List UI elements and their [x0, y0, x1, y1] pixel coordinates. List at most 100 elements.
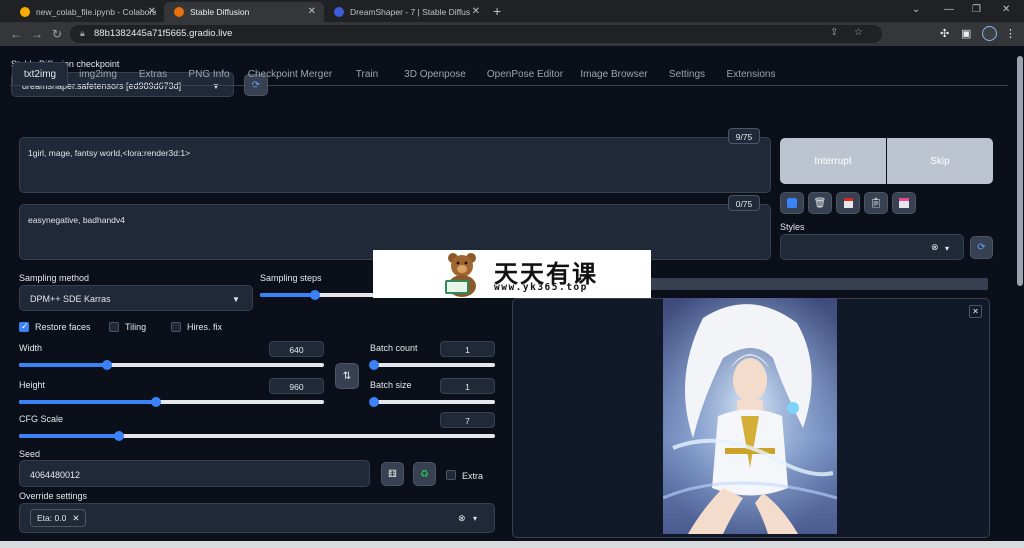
- tab-search-icon[interactable]: ⌄: [912, 4, 920, 15]
- tab-checkpoint-merger[interactable]: Checkpoint Merger: [244, 62, 336, 86]
- read-generation-params-button[interactable]: [780, 192, 804, 214]
- swap-dimensions-button[interactable]: ⇅: [335, 363, 359, 389]
- tiling-checkbox[interactable]: [109, 322, 119, 332]
- batch-count-slider[interactable]: [369, 360, 495, 370]
- tab-divider: [10, 85, 1008, 86]
- clear-prompt-button[interactable]: 🗑︎: [808, 192, 832, 214]
- seed-label: Seed: [19, 449, 41, 459]
- refresh-styles-button[interactable]: ⟳: [970, 236, 993, 259]
- url-field[interactable]: 🔒︎ 88b1382445a71f5665.gradio.live ⇪ ☆: [70, 25, 882, 43]
- cfg-scale-slider[interactable]: [19, 431, 495, 441]
- styles-dropdown[interactable]: ⊗ ▾: [780, 234, 964, 260]
- browser-tab-dreamshaper[interactable]: DreamShaper - 7 | Stable Diffusio ✕: [324, 2, 488, 22]
- sampling-method-dropdown[interactable]: DPM++ SDE Karras ▼: [19, 285, 253, 311]
- cfg-scale-input[interactable]: 7: [440, 412, 495, 428]
- tab-extras[interactable]: Extras: [132, 62, 174, 86]
- tiling-label: Tiling: [125, 322, 147, 332]
- watermark-banner: 天天有课 www.yk365.top: [373, 250, 651, 298]
- browser-tab-colab[interactable]: new_colab_file.ipynb - Colaborato ✕: [10, 2, 164, 22]
- address-bar: ← → ↻ 🔒︎ 88b1382445a71f5665.gradio.live …: [0, 22, 1024, 46]
- tab-train[interactable]: Train: [347, 62, 387, 86]
- dice-icon: ⚅: [388, 468, 397, 480]
- lock-icon: 🔒︎: [80, 28, 85, 38]
- reload-icon[interactable]: ↻: [52, 27, 62, 41]
- sampling-steps-label: Sampling steps: [260, 273, 322, 283]
- batch-size-input[interactable]: 1: [440, 378, 495, 394]
- tab-img2img[interactable]: img2img: [73, 62, 123, 86]
- hires-fix-label: Hires. fix: [187, 322, 223, 332]
- override-settings-dropdown[interactable]: Eta: 0.0 ✕ ⊗ ▾: [19, 503, 495, 533]
- width-slider[interactable]: [19, 360, 324, 370]
- clear-icon[interactable]: ⊗: [458, 513, 466, 524]
- batch-size-slider[interactable]: [369, 397, 495, 407]
- tab-txt2img[interactable]: txt2img: [12, 62, 68, 86]
- apply-styles-button[interactable]: 📋︎: [864, 192, 888, 214]
- extra-seed-checkbox[interactable]: [446, 470, 456, 480]
- batch-count-input[interactable]: 1: [440, 341, 495, 357]
- prompt-token-counter: 9/75: [728, 128, 760, 144]
- forward-icon[interactable]: →: [31, 27, 43, 41]
- menu-icon[interactable]: ⋮: [1005, 27, 1016, 40]
- close-tab-icon[interactable]: ✕: [148, 6, 156, 17]
- hires-fix-checkbox[interactable]: [171, 322, 181, 332]
- width-label: Width: [19, 343, 43, 353]
- seed-input[interactable]: 4064480012: [19, 460, 370, 487]
- prompt-textarea[interactable]: 1girl, mage, fantsy world,<lora:render3d…: [19, 137, 771, 193]
- back-icon[interactable]: ←: [10, 27, 22, 41]
- batch-size-thumb[interactable]: [369, 397, 379, 407]
- interrupt-button[interactable]: Interrupt: [780, 138, 886, 184]
- new-tab-button[interactable]: +: [493, 3, 501, 19]
- height-input[interactable]: 960: [269, 378, 324, 394]
- scrollbar-thumb[interactable]: [1017, 56, 1023, 286]
- browser-tab-bar: new_colab_file.ipynb - Colaborato ✕ Stab…: [0, 0, 1024, 22]
- recycle-icon: ♻: [420, 468, 429, 480]
- close-tab-icon[interactable]: ✕: [308, 6, 316, 17]
- page-scrollbar[interactable]: [1016, 46, 1024, 541]
- clear-icon[interactable]: ⊗: [931, 242, 939, 253]
- minimize-icon[interactable]: —: [944, 4, 954, 15]
- close-icon[interactable]: ✕: [969, 305, 982, 318]
- batch-size-label: Batch size: [370, 380, 412, 390]
- override-settings-label: Override settings: [19, 491, 88, 501]
- tab-3d-openpose[interactable]: 3D Openpose: [397, 62, 473, 86]
- save-style-button[interactable]: [892, 192, 916, 214]
- clipboard-icon: 📋︎: [869, 197, 883, 209]
- cfg-scale-thumb[interactable]: [113, 431, 124, 441]
- skip-button[interactable]: Skip: [887, 138, 993, 184]
- random-seed-button[interactable]: ⚅: [381, 462, 404, 486]
- close-window-icon[interactable]: ✕: [1002, 4, 1010, 15]
- generated-image[interactable]: [663, 298, 837, 534]
- reuse-seed-button[interactable]: ♻: [413, 462, 436, 486]
- card-icon: [843, 198, 853, 208]
- height-slider[interactable]: [19, 397, 324, 407]
- tab-openpose-editor[interactable]: OpenPose Editor: [480, 62, 570, 86]
- share-icon[interactable]: ⇪: [830, 27, 838, 38]
- tab-image-browser[interactable]: Image Browser: [576, 62, 652, 86]
- arrow-icon: [787, 198, 797, 208]
- civitai-favicon-icon: [334, 7, 344, 17]
- maximize-icon[interactable]: ❐: [972, 4, 981, 15]
- show-extra-networks-button[interactable]: [836, 192, 860, 214]
- generated-image-art: [663, 298, 837, 534]
- colab-favicon-icon: [20, 7, 30, 17]
- save-icon: [899, 198, 909, 208]
- batch-count-thumb[interactable]: [369, 360, 379, 370]
- profile-avatar[interactable]: [982, 26, 997, 41]
- tab-extensions[interactable]: Extensions: [722, 62, 780, 86]
- remove-chip-icon[interactable]: ✕: [72, 513, 79, 524]
- batch-count-label: Batch count: [370, 343, 418, 353]
- refresh-icon: ⟳: [977, 242, 986, 253]
- taskbar-strip: [0, 541, 1024, 548]
- bookmark-star-icon[interactable]: ☆: [854, 27, 863, 38]
- width-fill: [19, 363, 108, 367]
- side-panel-icon[interactable]: ▣: [961, 27, 971, 40]
- browser-tab-stable-diffusion[interactable]: Stable Diffusion ✕: [164, 2, 324, 22]
- tab-settings[interactable]: Settings: [662, 62, 712, 86]
- restore-faces-checkbox[interactable]: [19, 321, 29, 332]
- close-tab-icon[interactable]: ✕: [472, 6, 480, 17]
- stable-diffusion-favicon-icon: [174, 7, 184, 17]
- extensions-icon[interactable]: ✣: [940, 27, 949, 40]
- tab-png-info[interactable]: PNG Info: [182, 62, 236, 86]
- width-input[interactable]: 640: [269, 341, 324, 357]
- override-chip[interactable]: Eta: 0.0 ✕: [30, 509, 87, 527]
